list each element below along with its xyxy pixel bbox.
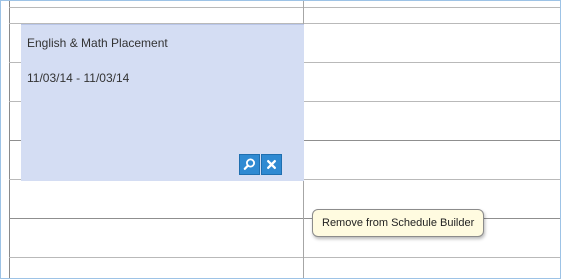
event-date-range: 11/03/14 - 11/03/14 bbox=[27, 71, 130, 85]
event-title: English & Math Placement bbox=[27, 36, 168, 50]
remove-event-button[interactable] bbox=[261, 154, 282, 175]
schedule-grid: English & Math Placement 11/03/14 - 11/0… bbox=[0, 0, 561, 279]
view-event-button[interactable] bbox=[239, 154, 260, 175]
grid-row-line bbox=[9, 7, 560, 8]
remove-tooltip: Remove from Schedule Builder bbox=[312, 209, 485, 237]
schedule-event-block[interactable]: English & Math Placement 11/03/14 - 11/0… bbox=[21, 24, 304, 181]
grid-row-line bbox=[9, 257, 560, 258]
magnifier-icon bbox=[243, 158, 255, 170]
close-icon bbox=[266, 159, 277, 170]
